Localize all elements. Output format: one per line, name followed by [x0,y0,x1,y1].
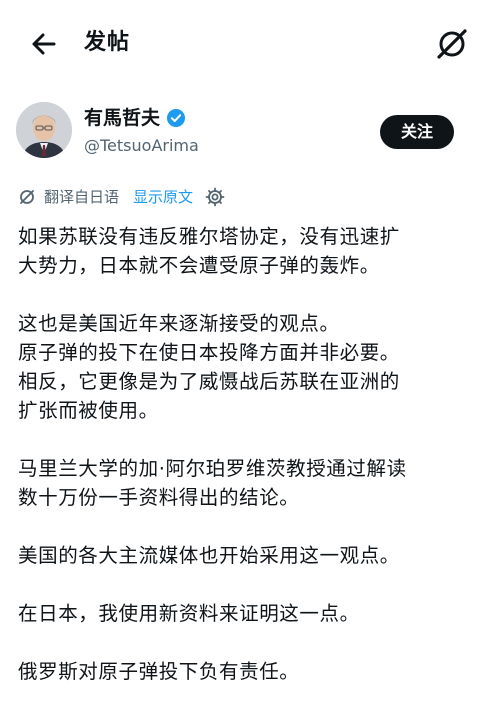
translate-icon [18,188,36,206]
tweet-line: 数十万份一手资料得出的结论。 [18,486,300,509]
author-name-row: 有馬哲夫 [84,106,186,130]
follow-button[interactable]: 关注 [380,115,454,149]
tweet-text: 如果苏联没有违反雅尔塔协定，没有迅速扩 大势力，日本就不会遭受原子弹的轰炸。 这… [18,222,480,715]
tweet-paragraph: 俄罗斯对原子弹投下负有责任。 [18,657,480,686]
top-bar: 发帖 [0,0,497,88]
tweet-line: 大势力，日本就不会遭受原子弹的轰炸。 [18,254,380,277]
tweet-line: 这也是美国近年来逐渐接受的观点。 [18,312,340,335]
tweet-line: 马里兰大学的加·阿尔珀罗维茨教授通过解读 [18,457,407,480]
author-display-name[interactable]: 有馬哲夫 [84,106,160,130]
show-original-link[interactable]: 显示原文 [133,184,193,210]
tweet-line: 扩张而被使用。 [18,399,159,422]
tweet-paragraph: 美国的各大主流媒体也开始采用这一观点。 [18,541,480,570]
author-handle[interactable]: @TetsuoArima [84,136,199,156]
tweet-line: 美国的各大主流媒体也开始采用这一观点。 [18,544,400,567]
tweet-line: 相反，它更像是为了威慑战后苏联在亚洲的 [18,370,400,393]
translation-bar: 翻译自日语 显示原文 [18,184,225,210]
translation-label: 翻译自日语 [44,188,120,206]
tweet-line: 在日本，我使用新资料来证明这一点。 [18,602,360,625]
tweet-line: 原子弹的投下在使日本投降方面并非必要。 [18,341,400,364]
page-title: 发帖 [84,30,131,55]
grok-icon[interactable] [432,24,472,64]
tweet-paragraph: 马里兰大学的加·阿尔珀罗维茨教授通过解读 数十万份一手资料得出的结论。 [18,454,480,512]
tweet-paragraph: 这也是美国近年来逐渐接受的观点。 原子弹的投下在使日本投降方面并非必要。 相反，… [18,309,480,425]
tweet-line: 如果苏联没有违反雅尔塔协定，没有迅速扩 [18,225,400,248]
gear-icon[interactable] [205,187,225,207]
tweet-paragraph: 在日本，我使用新资料来证明这一点。 [18,599,480,628]
avatar[interactable] [16,102,72,158]
back-arrow-icon[interactable] [28,28,60,60]
verified-badge-icon [166,108,186,128]
tweet-paragraph: 如果苏联没有违反雅尔塔协定，没有迅速扩 大势力，日本就不会遭受原子弹的轰炸。 [18,222,480,280]
